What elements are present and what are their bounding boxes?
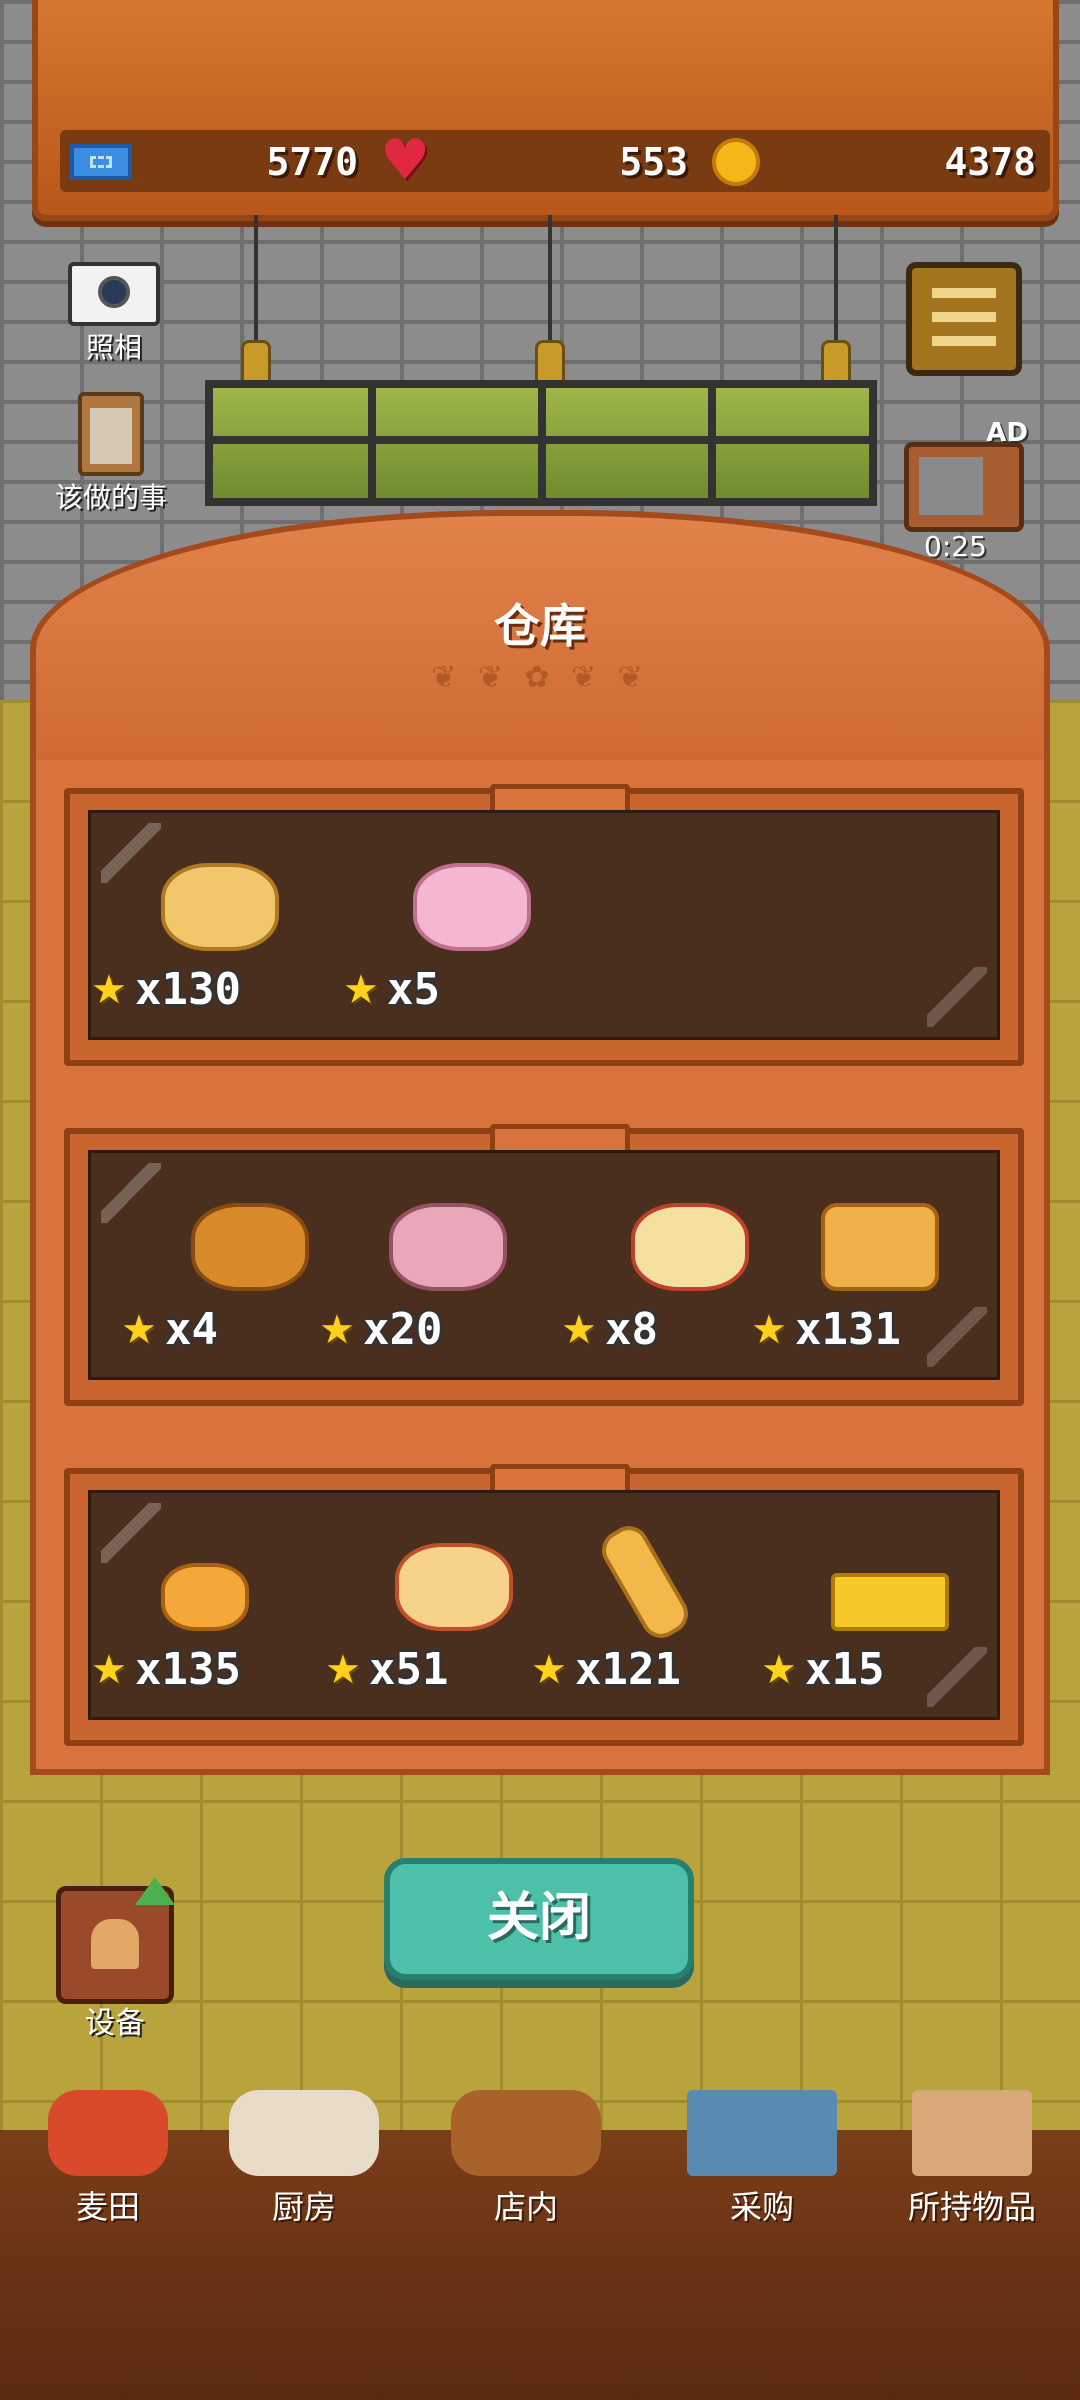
item-roll[interactable]: ★ x135 bbox=[91, 1523, 301, 1693]
item-castella[interactable]: ★ x15 bbox=[761, 1523, 971, 1693]
nav-purchase[interactable]: 采购 bbox=[654, 2090, 870, 2230]
resource-sign: 5770 ♥ 553 4378 bbox=[32, 0, 1059, 221]
fruit-tart-icon bbox=[395, 1543, 513, 1631]
shop-window bbox=[205, 380, 877, 506]
equipment-button[interactable]: 设备 bbox=[50, 1877, 180, 2041]
star-icon: ★ bbox=[761, 1647, 797, 1693]
heart-count: 553 bbox=[619, 140, 688, 184]
item-pink-mushroom-bun[interactable]: ★ x20 bbox=[319, 1183, 529, 1353]
shelf-1: ★ x130 ★ x5 bbox=[64, 784, 1024, 1066]
nav-label: 店内 bbox=[493, 2188, 558, 2226]
nav-label: 采购 bbox=[729, 2188, 794, 2226]
item-fruit-tart[interactable]: ★ x51 bbox=[325, 1523, 535, 1693]
nav-inventory[interactable]: 所持物品 bbox=[864, 2090, 1080, 2230]
item-pig-bun[interactable]: ★ x5 bbox=[343, 843, 553, 1013]
lamp-cord bbox=[834, 215, 838, 345]
close-button[interactable]: 关闭 bbox=[384, 1858, 694, 1980]
heart-icon: ♥ bbox=[380, 128, 431, 193]
equipment-label: 设备 bbox=[85, 2006, 145, 2041]
menu-icon bbox=[932, 288, 996, 298]
shop-icon bbox=[451, 2090, 601, 2176]
item-count: x8 bbox=[605, 1304, 658, 1355]
shelf-3: ★ x135 ★ x51 ★ x121 ★ x15 bbox=[64, 1464, 1024, 1746]
star-icon: ★ bbox=[91, 967, 127, 1013]
menu-button[interactable] bbox=[906, 262, 1022, 376]
item-loaf[interactable]: ★ x131 bbox=[751, 1183, 961, 1353]
star-icon: ★ bbox=[319, 1307, 355, 1353]
item-bagel[interactable]: ★ x130 bbox=[91, 843, 301, 1013]
item-count: x15 bbox=[805, 1644, 885, 1695]
pig-bun-icon bbox=[413, 863, 531, 951]
stats-bar: 5770 ♥ 553 4378 bbox=[60, 130, 1050, 192]
coin-icon bbox=[712, 138, 760, 186]
lamp-cord bbox=[254, 215, 258, 345]
clipboard-icon bbox=[78, 392, 144, 476]
nav-label: 厨房 bbox=[271, 2188, 336, 2226]
item-count: x51 bbox=[369, 1644, 449, 1695]
coin-count: 4378 bbox=[944, 140, 1036, 184]
menu-icon bbox=[932, 336, 996, 346]
nav-label: 所持物品 bbox=[907, 2188, 1036, 2226]
kitchen-icon bbox=[229, 2090, 379, 2176]
baguette-icon bbox=[594, 1518, 696, 1646]
nav-shop[interactable]: 店内 bbox=[418, 2090, 634, 2230]
star-icon: ★ bbox=[751, 1307, 787, 1353]
nav-kitchen[interactable]: 厨房 bbox=[196, 2090, 412, 2230]
item-count: x130 bbox=[135, 964, 241, 1015]
item-herb-bread[interactable]: ★ x4 bbox=[121, 1183, 331, 1353]
nav-label: 麦田 bbox=[75, 2188, 140, 2226]
bagel-icon bbox=[161, 863, 279, 951]
item-count: x4 bbox=[165, 1304, 218, 1355]
castella-icon bbox=[831, 1573, 949, 1631]
item-baguette[interactable]: ★ x121 bbox=[531, 1518, 741, 1695]
heart-stat: ♥ 553 bbox=[376, 128, 696, 193]
shelf-2: ★ x4 ★ x20 ★ x8 ★ x131 bbox=[64, 1124, 1024, 1406]
todo-button[interactable]: 该做的事 bbox=[36, 392, 186, 516]
camera-icon bbox=[68, 262, 160, 326]
wheat-ornament-icon: ❦ ❦ ✿ ❦ ❦ bbox=[431, 660, 649, 695]
item-count: x5 bbox=[387, 964, 440, 1015]
window-frame bbox=[213, 436, 869, 444]
ticket-icon bbox=[70, 144, 132, 180]
ticket-count: 5770 bbox=[266, 140, 358, 184]
shelf-glass: ★ x135 ★ x51 ★ x121 ★ x15 bbox=[88, 1490, 1000, 1720]
item-chick-bun[interactable]: ★ x8 bbox=[561, 1183, 771, 1353]
roll-icon bbox=[161, 1563, 249, 1631]
nav-wheat-field[interactable]: 麦田 bbox=[0, 2090, 216, 2230]
shelf-glass: ★ x130 ★ x5 bbox=[88, 810, 1000, 1040]
purchase-icon bbox=[687, 2090, 837, 2176]
warehouse-title: 仓库 bbox=[494, 599, 586, 653]
lamp-cord bbox=[548, 215, 552, 345]
star-icon: ★ bbox=[531, 1647, 567, 1693]
wheat-field-icon bbox=[48, 2090, 168, 2176]
star-icon: ★ bbox=[121, 1307, 157, 1353]
warehouse-cabinet: 仓库 ❦ ❦ ✿ ❦ ❦ ★ x130 ★ x5 ★ x4 ★ x20 ★ x8… bbox=[30, 510, 1050, 1775]
star-icon: ★ bbox=[325, 1647, 361, 1693]
item-count: x121 bbox=[575, 1644, 681, 1695]
cabinet-body: ★ x130 ★ x5 ★ x4 ★ x20 ★ x8 ★ x131 ★ x13… bbox=[30, 760, 1050, 1775]
menu-icon bbox=[932, 312, 996, 322]
star-icon: ★ bbox=[561, 1307, 597, 1353]
star-icon: ★ bbox=[91, 1647, 127, 1693]
upgrade-arrow-icon bbox=[135, 1877, 175, 1905]
star-icon: ★ bbox=[343, 967, 379, 1013]
inventory-icon bbox=[912, 2090, 1032, 2176]
herb-bread-icon bbox=[191, 1203, 309, 1291]
shelf-glass: ★ x4 ★ x20 ★ x8 ★ x131 bbox=[88, 1150, 1000, 1380]
loaf-icon bbox=[821, 1203, 939, 1291]
coin-stat: 4378 bbox=[708, 136, 1044, 186]
item-count: x135 bbox=[135, 1644, 241, 1695]
oven-icon bbox=[56, 1877, 175, 2004]
ticket-stat: 5770 bbox=[66, 136, 366, 186]
item-count: x131 bbox=[795, 1304, 901, 1355]
chick-bun-icon bbox=[631, 1203, 749, 1291]
mushroom-bun-icon bbox=[389, 1203, 507, 1291]
item-count: x20 bbox=[363, 1304, 443, 1355]
camera-label: 照相 bbox=[85, 331, 142, 364]
ad-badge: AD bbox=[986, 418, 1028, 448]
camera-button[interactable]: 照相 bbox=[54, 262, 174, 366]
